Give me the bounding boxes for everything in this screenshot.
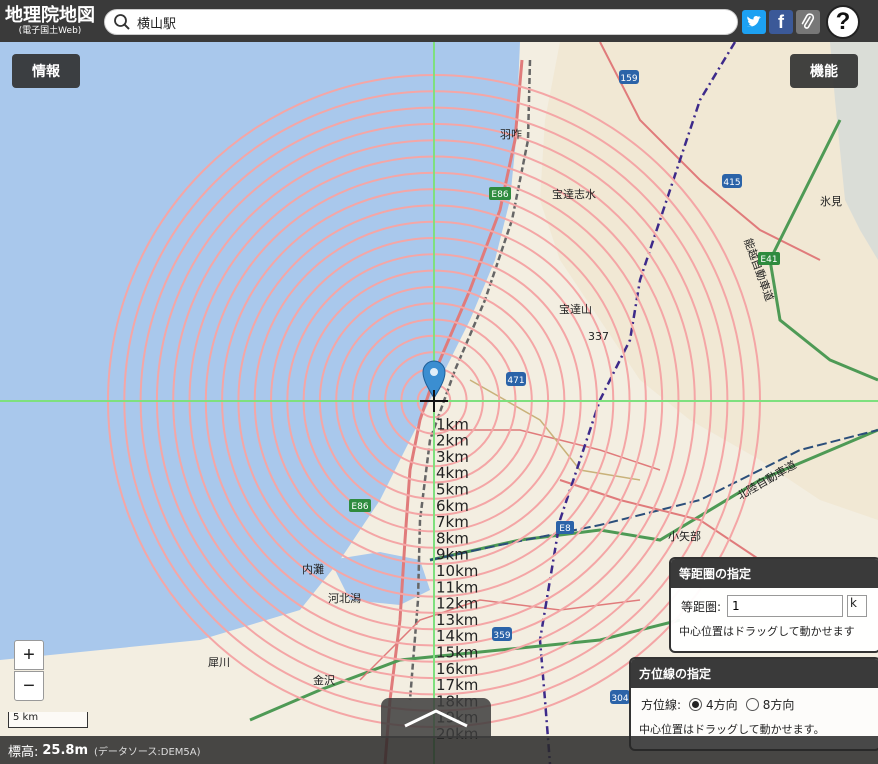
place-label: 内灘 (302, 562, 324, 576)
place-label: 金沢 (313, 673, 335, 687)
unit-select[interactable]: k (847, 595, 868, 617)
search-box[interactable] (104, 9, 738, 35)
distance-label: 16km (436, 660, 478, 678)
app: 宝達志水 宝達山 337 氷見 小矢部 内灘 河北潟 犀川 金沢 羽咋 能越自動… (0, 0, 878, 764)
site-logo[interactable]: 地理院地図 (電子国土Web) (0, 0, 100, 42)
place-label: 宝達志水 (552, 187, 596, 201)
equidistant-note: 中心位置はドラッグして動かせます (679, 625, 855, 638)
place-label: 羽咋 (500, 127, 522, 141)
expand-panel-button[interactable] (381, 698, 491, 738)
place-label: 氷見 (820, 195, 842, 208)
equidistant-panel: 等距圏の指定 等距圏: k 中心位置はドラッグして動かせます (669, 557, 878, 653)
expressway-number: E86 (351, 502, 368, 512)
equidistant-panel-title: 等距圏の指定 (671, 559, 878, 588)
place-label: 宝達山 (559, 302, 592, 316)
twitter-share-button[interactable] (742, 10, 766, 34)
equidistant-label: 等距圏: (681, 599, 722, 614)
zoom-out-button[interactable]: − (14, 671, 44, 701)
facebook-share-button[interactable]: f (769, 10, 793, 34)
option-8-directions-label[interactable]: 8方向 (763, 696, 795, 713)
distance-label: 1km (436, 415, 469, 433)
distance-label: 12km (436, 595, 478, 613)
help-button[interactable]: ? (826, 5, 860, 39)
elevation-label: 標高: (8, 744, 39, 760)
distance-label: 11km (436, 578, 478, 596)
distance-label: 15km (436, 644, 478, 662)
distance-label: 2km (436, 432, 469, 450)
help-icon: ? (835, 8, 851, 35)
equidistant-input[interactable] (727, 595, 844, 617)
radio-8-directions[interactable] (745, 698, 759, 711)
search-input[interactable] (137, 14, 717, 30)
route-number: 471 (507, 376, 524, 386)
route-number: 159 (620, 74, 637, 84)
twitter-icon (747, 16, 761, 27)
search-icon[interactable] (113, 13, 131, 31)
paperclip-icon (801, 13, 815, 29)
logo-subtitle: (電子国土Web) (18, 25, 82, 36)
place-label: 河北潟 (328, 592, 361, 605)
header-bar: 地理院地図 (電子国土Web) f ? (0, 0, 878, 42)
expressway-number: E8 (559, 524, 571, 534)
map-pin-dot (430, 368, 438, 376)
facebook-icon: f (778, 11, 784, 32)
zoom-in-button[interactable]: + (14, 640, 44, 670)
distance-label: 9km (436, 546, 469, 564)
radio-4-directions[interactable] (689, 698, 703, 711)
option-4-directions-label[interactable]: 4方向 (706, 696, 738, 713)
place-label: 犀川 (208, 656, 230, 669)
distance-label: 17km (436, 676, 478, 694)
logo-title: 地理院地図 (5, 4, 95, 26)
link-share-button[interactable] (796, 10, 820, 34)
place-label: 337 (588, 330, 609, 343)
distance-label: 13km (436, 611, 478, 629)
distance-label: 10km (436, 562, 478, 580)
direction-row: 方位線: 4方向 8方向 (631, 688, 878, 715)
equidistant-row: 等距圏: k (671, 588, 878, 619)
expressway-number: E86 (491, 190, 508, 200)
distance-label: 6km (436, 497, 469, 515)
distance-label: 7km (436, 513, 469, 531)
elevation-value: 25.8m (42, 742, 89, 758)
expressway-number: E41 (760, 255, 777, 265)
distance-label: 14km (436, 627, 478, 645)
info-button[interactable]: 情報 (12, 54, 80, 88)
scale-bar: 5 km (8, 712, 88, 728)
distance-label: 4km (436, 464, 469, 482)
chevron-up-icon (404, 709, 468, 728)
function-button[interactable]: 機能 (790, 54, 858, 88)
distance-label: 5km (436, 481, 469, 499)
direction-panel-title: 方位線の指定 (631, 659, 878, 688)
place-label: 小矢部 (668, 529, 701, 543)
direction-label: 方位線: (641, 698, 682, 712)
route-number: 304 (611, 694, 628, 704)
route-number: 359 (493, 631, 510, 641)
elevation-source: (データソース:DEM5A) (94, 746, 201, 758)
route-number: 415 (723, 178, 740, 188)
elevation-bar: 標高: 25.8m (データソース:DEM5A) (0, 736, 878, 764)
distance-label: 8km (436, 529, 469, 547)
distance-label: 3km (436, 448, 469, 466)
